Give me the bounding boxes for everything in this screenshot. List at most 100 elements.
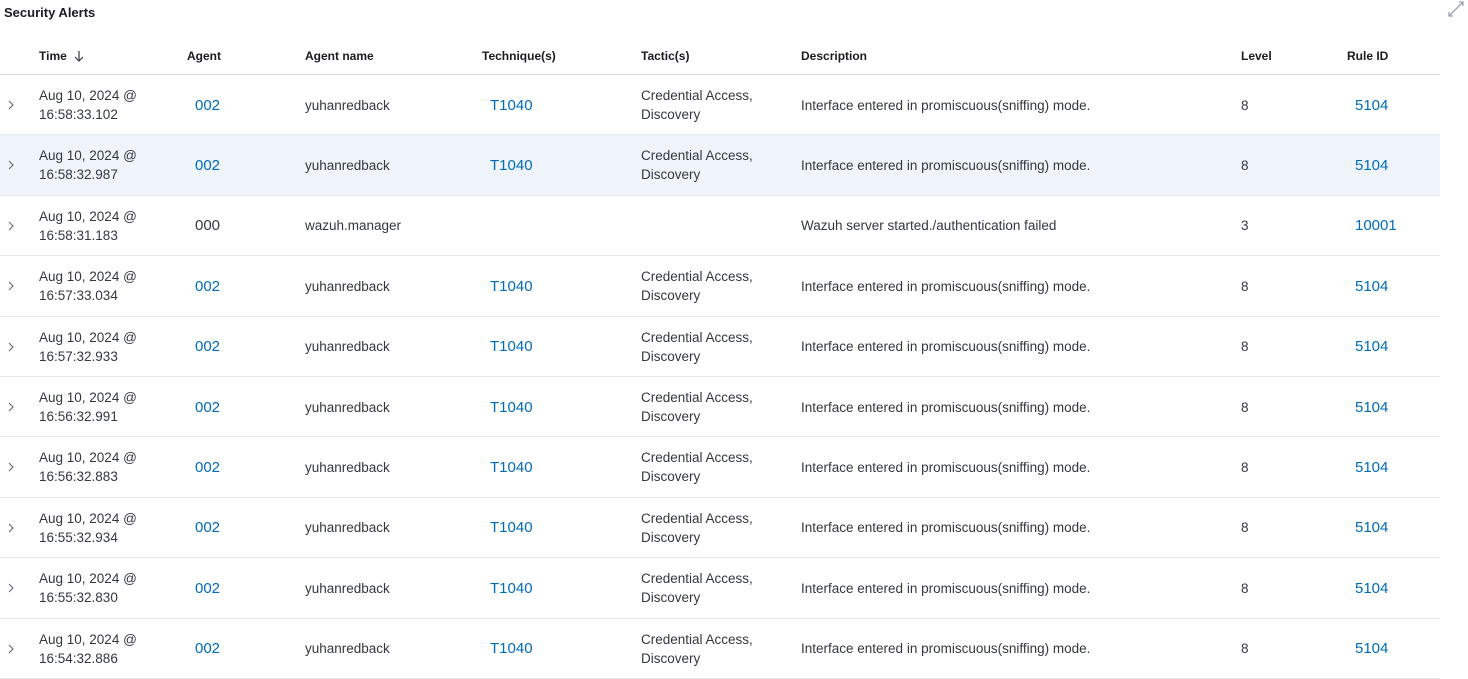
- column-header-rule-id[interactable]: Rule ID: [1347, 49, 1388, 63]
- table-row[interactable]: Aug 10, 2024 @ 16:56:32.991 002 yuhanred…: [0, 377, 1440, 438]
- description-text: Wazuh server started./authentication fai…: [801, 218, 1057, 234]
- description-text: Interface entered in promiscuous(sniffin…: [801, 97, 1091, 113]
- table-row[interactable]: Aug 10, 2024 @ 16:54:32.886 002 yuhanred…: [0, 619, 1440, 679]
- rule-id-link[interactable]: 10001: [1355, 217, 1397, 234]
- level-cell: 8: [1241, 75, 1281, 135]
- technique-link[interactable]: T1040: [490, 97, 533, 114]
- agent-name-cell: yuhanredback: [305, 437, 465, 497]
- description-text: Interface entered in promiscuous(sniffin…: [801, 339, 1091, 355]
- column-header-agent-name[interactable]: Agent name: [305, 49, 374, 63]
- chevron-right-icon[interactable]: [6, 643, 16, 655]
- table-row[interactable]: Aug 10, 2024 @ 16:55:32.830 002 yuhanred…: [0, 558, 1440, 619]
- time-cell: Aug 10, 2024 @ 16:58:32.987: [39, 135, 169, 195]
- rule-id-link[interactable]: 5104: [1355, 640, 1388, 657]
- rule-id-link[interactable]: 5104: [1355, 338, 1388, 355]
- level-cell: 8: [1241, 317, 1281, 377]
- description-cell: Interface entered in promiscuous(sniffin…: [801, 558, 1221, 618]
- table-row[interactable]: Aug 10, 2024 @ 16:57:32.933 002 yuhanred…: [0, 317, 1440, 377]
- column-header-agent[interactable]: Agent: [187, 49, 221, 63]
- level-value: 8: [1241, 97, 1249, 113]
- chevron-right-icon[interactable]: [6, 401, 16, 413]
- tactic-line: Credential Access,: [641, 148, 753, 164]
- table-row[interactable]: Aug 10, 2024 @ 16:57:33.034 002 yuhanred…: [0, 256, 1440, 317]
- tactic-line: Discovery: [641, 288, 701, 304]
- tactic-line: Credential Access,: [641, 510, 753, 526]
- rule-id-link[interactable]: 5104: [1355, 97, 1388, 114]
- tactic-cell: Credential Access, Discovery: [641, 135, 781, 195]
- column-header-time[interactable]: Time: [39, 49, 86, 63]
- level-cell: 8: [1241, 498, 1281, 558]
- table-row[interactable]: Aug 10, 2024 @ 16:58:32.987 002 yuhanred…: [0, 135, 1440, 196]
- time-clock: 16:56:32.991: [39, 409, 118, 424]
- agent-id[interactable]: 002: [195, 157, 220, 174]
- level-cell: 8: [1241, 256, 1281, 316]
- agent-id[interactable]: 000: [195, 217, 220, 234]
- tactic-line: Discovery: [641, 348, 701, 364]
- rule-id-link[interactable]: 5104: [1355, 459, 1388, 476]
- agent-cell: 002: [195, 498, 255, 558]
- technique-link[interactable]: T1040: [490, 580, 533, 597]
- agent-cell: 002: [195, 437, 255, 497]
- column-header-tactics[interactable]: Tactic(s): [641, 49, 689, 63]
- level-value: 8: [1241, 339, 1249, 355]
- agent-cell: 002: [195, 619, 255, 679]
- rule-id-link[interactable]: 5104: [1355, 519, 1388, 536]
- tactic-line: Credential Access,: [641, 88, 753, 103]
- table-row[interactable]: Aug 10, 2024 @ 16:56:32.883 002 yuhanred…: [0, 437, 1440, 498]
- chevron-right-icon[interactable]: [6, 220, 16, 232]
- chevron-right-icon[interactable]: [6, 99, 16, 111]
- time-date: Aug 10, 2024 @: [39, 390, 137, 405]
- agent-id[interactable]: 002: [195, 399, 220, 416]
- rule-id-link[interactable]: 5104: [1355, 399, 1388, 416]
- level-value: 8: [1241, 459, 1249, 475]
- chevron-right-icon[interactable]: [6, 280, 16, 292]
- agent-id[interactable]: 002: [195, 97, 220, 114]
- chevron-right-icon[interactable]: [6, 159, 16, 171]
- tactic-line: Discovery: [641, 167, 701, 183]
- agent-name: wazuh.manager: [305, 218, 402, 234]
- agent-id[interactable]: 002: [195, 640, 220, 657]
- technique-link[interactable]: T1040: [490, 338, 533, 355]
- agent-id[interactable]: 002: [195, 338, 220, 355]
- column-header-techniques[interactable]: Technique(s): [482, 49, 556, 63]
- rule-id-link[interactable]: 5104: [1355, 580, 1388, 597]
- tactic-cell: Credential Access, Discovery: [641, 75, 781, 135]
- agent-cell: 002: [195, 75, 255, 135]
- rule-id-link[interactable]: 5104: [1355, 278, 1388, 295]
- table-row[interactable]: Aug 10, 2024 @ 16:58:33.102 002 yuhanred…: [0, 75, 1440, 136]
- table-row[interactable]: Aug 10, 2024 @ 16:55:32.934 002 yuhanred…: [0, 498, 1440, 559]
- rule-id-cell: 5104: [1355, 498, 1435, 558]
- agent-id[interactable]: 002: [195, 580, 220, 597]
- agent-name: yuhanredback: [305, 97, 390, 113]
- time-date: Aug 10, 2024 @: [39, 88, 137, 103]
- description-cell: Interface entered in promiscuous(sniffin…: [801, 377, 1221, 437]
- chevron-right-icon[interactable]: [6, 341, 16, 353]
- technique-link[interactable]: T1040: [490, 519, 533, 536]
- chevron-right-icon[interactable]: [6, 461, 16, 473]
- technique-link[interactable]: T1040: [490, 459, 533, 476]
- agent-id[interactable]: 002: [195, 278, 220, 295]
- agent-id[interactable]: 002: [195, 519, 220, 536]
- rule-id-link[interactable]: 5104: [1355, 157, 1388, 174]
- technique-link[interactable]: T1040: [490, 157, 533, 174]
- column-header-description[interactable]: Description: [801, 49, 867, 63]
- expand-arrows-icon[interactable]: [1447, 0, 1465, 18]
- chevron-right-icon[interactable]: [6, 522, 16, 534]
- agent-id[interactable]: 002: [195, 459, 220, 476]
- description-cell: Interface entered in promiscuous(sniffin…: [801, 619, 1221, 679]
- technique-cell: T1040: [490, 135, 590, 195]
- technique-link[interactable]: T1040: [490, 640, 533, 657]
- description-text: Interface entered in promiscuous(sniffin…: [801, 641, 1091, 657]
- chevron-right-icon[interactable]: [6, 582, 16, 594]
- technique-link[interactable]: T1040: [490, 278, 533, 295]
- technique-cell: T1040: [490, 256, 590, 316]
- description-cell: Interface entered in promiscuous(sniffin…: [801, 317, 1221, 377]
- table-header: Time Agent Agent name Technique(s) Tacti…: [0, 41, 1440, 75]
- technique-link[interactable]: T1040: [490, 399, 533, 416]
- agent-name: yuhanredback: [305, 641, 390, 657]
- column-header-level[interactable]: Level: [1241, 49, 1272, 63]
- tactic-line: Credential Access,: [641, 269, 753, 285]
- time-clock: 16:57:33.034: [39, 288, 118, 304]
- table-row[interactable]: Aug 10, 2024 @ 16:58:31.183 000 wazuh.ma…: [0, 196, 1440, 257]
- tactic-line: Discovery: [641, 590, 701, 606]
